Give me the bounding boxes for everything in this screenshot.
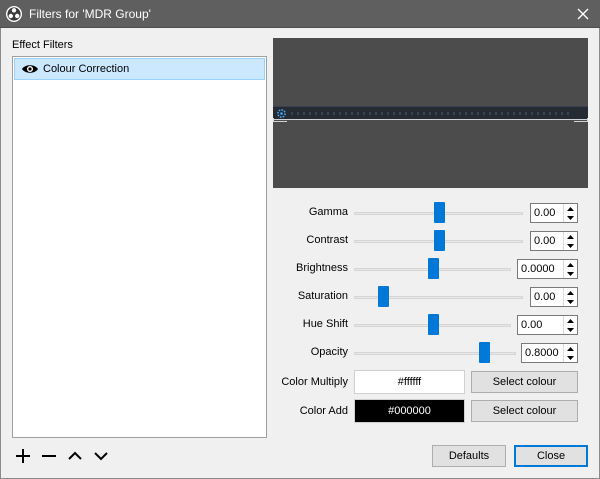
opacity-spinbox[interactable]: 0.8000	[521, 343, 578, 363]
opacity-row: Opacity 0.8000	[273, 342, 588, 364]
gamma-row: Gamma 0.00	[273, 202, 588, 224]
gamma-spinbox[interactable]: 0.00	[530, 203, 578, 223]
hue-shift-spinbox[interactable]: 0.00	[517, 315, 578, 335]
slider-handle[interactable]	[427, 314, 439, 335]
saturation-spinbox[interactable]: 0.00	[530, 287, 578, 307]
contrast-slider[interactable]	[354, 230, 523, 251]
color-add-row: Color Add #000000 Select colour	[273, 399, 588, 423]
spin-up-icon[interactable]	[564, 344, 577, 353]
bounding-box-corner	[574, 118, 588, 122]
chevron-down-icon	[94, 452, 108, 461]
contrast-spinbox[interactable]: 0.00	[530, 231, 578, 251]
color-add-select-button[interactable]: Select colour	[471, 400, 578, 422]
contrast-value: 0.00	[534, 235, 556, 247]
eye-icon[interactable]	[21, 63, 39, 75]
remove-filter-button[interactable]	[38, 446, 60, 466]
preview-source-strip	[273, 106, 588, 120]
brightness-value: 0.0000	[521, 263, 555, 275]
obs-logo-icon	[5, 5, 23, 23]
minus-icon	[42, 455, 56, 457]
slider-handle[interactable]	[377, 286, 389, 307]
title-bar: Filters for 'MDR Group'	[0, 0, 600, 28]
close-button[interactable]: Close	[514, 445, 588, 467]
saturation-value: 0.00	[534, 291, 556, 303]
effect-filters-label: Effect Filters	[12, 39, 73, 51]
color-add-swatch: #000000	[354, 399, 465, 423]
spin-up-icon[interactable]	[564, 316, 577, 325]
spin-down-icon[interactable]	[564, 353, 577, 362]
color-multiply-select-button[interactable]: Select colour	[471, 371, 578, 393]
spin-up-icon[interactable]	[564, 260, 577, 269]
hue-shift-value: 0.00	[521, 319, 543, 331]
slider-track	[354, 352, 516, 355]
move-up-button[interactable]	[64, 446, 86, 466]
gamma-value: 0.00	[534, 207, 556, 219]
opacity-slider[interactable]	[354, 342, 516, 363]
saturation-label: Saturation	[297, 290, 348, 302]
spin-up-icon[interactable]	[564, 204, 577, 213]
bounding-box-corner	[273, 118, 287, 122]
color-multiply-row: Color Multiply #ffffff Select colour	[273, 370, 588, 394]
color-multiply-swatch: #ffffff	[354, 370, 465, 394]
brightness-row: Brightness 0.0000	[273, 258, 588, 280]
hue-shift-slider[interactable]	[354, 314, 511, 335]
slider-handle[interactable]	[427, 258, 439, 279]
brightness-slider[interactable]	[354, 258, 511, 279]
contrast-row: Contrast 0.00	[273, 230, 588, 252]
spin-down-icon[interactable]	[564, 325, 577, 334]
preview-strip-pattern	[291, 112, 571, 115]
defaults-button[interactable]: Defaults	[432, 445, 506, 467]
color-add-label: Color Add	[299, 405, 348, 417]
spin-down-icon[interactable]	[564, 297, 577, 306]
saturation-row: Saturation 0.00	[273, 286, 588, 308]
hue-shift-label: Hue Shift	[302, 318, 348, 330]
filter-item-colour-correction[interactable]: Colour Correction	[14, 58, 265, 80]
gamma-slider[interactable]	[354, 202, 523, 223]
hue-shift-row: Hue Shift 0.00	[273, 314, 588, 336]
slider-handle[interactable]	[433, 202, 445, 223]
slider-handle[interactable]	[478, 342, 490, 363]
opacity-label: Opacity	[310, 346, 348, 358]
gamma-label: Gamma	[308, 206, 348, 218]
filter-preview	[273, 38, 588, 188]
spin-up-icon[interactable]	[564, 288, 577, 297]
opacity-value: 0.8000	[525, 347, 559, 359]
close-icon[interactable]	[566, 0, 600, 28]
spin-down-icon[interactable]	[564, 269, 577, 278]
spin-down-icon[interactable]	[564, 213, 577, 222]
slider-handle[interactable]	[433, 230, 445, 251]
contrast-label: Contrast	[306, 234, 348, 246]
brightness-spinbox[interactable]: 0.0000	[517, 259, 578, 279]
add-filter-button[interactable]	[12, 446, 34, 466]
color-multiply-label: Color Multiply	[281, 376, 348, 388]
saturation-slider[interactable]	[354, 286, 523, 307]
plus-icon	[16, 449, 30, 463]
filter-list[interactable]: Colour Correction	[12, 56, 267, 438]
move-down-button[interactable]	[90, 446, 112, 466]
filter-item-label: Colour Correction	[43, 63, 130, 75]
spin-up-icon[interactable]	[564, 232, 577, 241]
chevron-up-icon	[68, 451, 82, 460]
window-title: Filters for 'MDR Group'	[29, 7, 151, 21]
brightness-label: Brightness	[296, 262, 348, 274]
spin-down-icon[interactable]	[564, 241, 577, 250]
